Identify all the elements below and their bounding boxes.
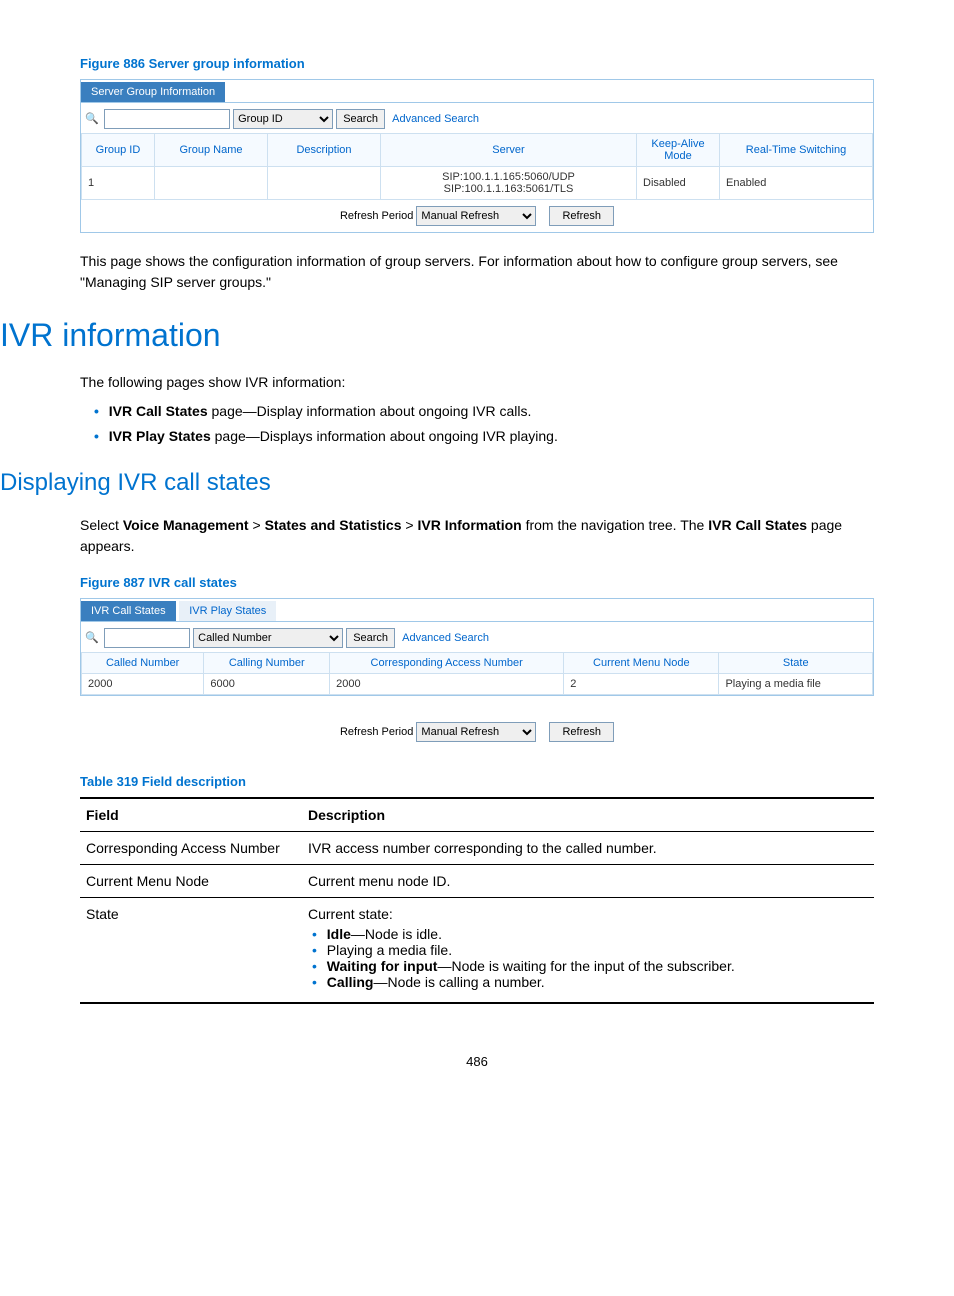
th-field: Field xyxy=(80,798,302,832)
search-input[interactable] xyxy=(104,109,230,129)
cell-state: Playing a media file xyxy=(719,674,873,695)
search-icon: 🔍 xyxy=(85,631,99,645)
state-rest: —Node is idle. xyxy=(351,926,442,942)
server-group-table: Group ID Group Name Description Server K… xyxy=(81,133,873,200)
field-description-table: Field Description Corresponding Access N… xyxy=(80,797,874,1004)
refresh-period-label: Refresh Period xyxy=(340,210,413,222)
list-item: Playing a media file. xyxy=(326,942,868,958)
nav-sep: > xyxy=(249,517,265,533)
advanced-search-link[interactable]: Advanced Search xyxy=(392,113,479,125)
cell-group-id: 1 xyxy=(82,167,155,200)
table-319-caption: Table 319 Field description xyxy=(80,774,874,789)
nav-text: from the navigation tree. The xyxy=(522,517,709,533)
cell-desc: IVR access number corresponding to the c… xyxy=(302,832,874,865)
cell-access: 2000 xyxy=(330,674,564,695)
state-intro: Current state: xyxy=(308,906,868,922)
list-item: Waiting for input—Node is waiting for th… xyxy=(326,958,868,974)
search-field-select[interactable]: Called Number xyxy=(193,628,343,648)
cell-field: State xyxy=(80,898,302,1004)
col-called: Called Number xyxy=(82,653,204,674)
figure-886-caption: Figure 886 Server group information xyxy=(80,56,874,71)
figure-887-screenshot: IVR Call States IVR Play States 🔍 Called… xyxy=(80,598,874,696)
table-row: 1 SIP:100.1.1.165:5060/UDP SIP:100.1.1.1… xyxy=(82,167,873,200)
search-field-select[interactable]: Group ID xyxy=(233,109,333,129)
nav-text: Select xyxy=(80,517,123,533)
advanced-search-link[interactable]: Advanced Search xyxy=(402,632,489,644)
col-description: Description xyxy=(268,134,381,167)
nav-bold: IVR Information xyxy=(417,517,521,533)
cell-desc: Current menu node ID. xyxy=(302,865,874,898)
state-bold: Idle xyxy=(327,926,351,942)
col-node: Current Menu Node xyxy=(564,653,719,674)
cell-group-name xyxy=(155,167,268,200)
table-row: Corresponding Access Number IVR access n… xyxy=(80,832,874,865)
nav-bold: Voice Management xyxy=(123,517,249,533)
ivr-bullet-list: IVR Call States page—Display information… xyxy=(80,399,874,449)
figure-887-caption: Figure 887 IVR call states xyxy=(80,575,874,590)
paragraph-following-pages: The following pages show IVR information… xyxy=(80,372,874,393)
th-description: Description xyxy=(302,798,874,832)
col-access: Corresponding Access Number xyxy=(330,653,564,674)
table-row: Current Menu Node Current menu node ID. xyxy=(80,865,874,898)
col-server: Server xyxy=(381,134,637,167)
cell-node: 2 xyxy=(564,674,719,695)
bullet-rest: page—Displays information about ongoing … xyxy=(211,428,558,444)
ivr-call-states-table: Called Number Calling Number Correspondi… xyxy=(81,652,873,695)
cell-called: 2000 xyxy=(82,674,204,695)
cell-calling: 6000 xyxy=(204,674,330,695)
bullet-rest: page—Display information about ongoing I… xyxy=(208,403,532,419)
state-rest: —Node is waiting for the input of the su… xyxy=(437,958,734,974)
cell-server: SIP:100.1.1.165:5060/UDP SIP:100.1.1.163… xyxy=(381,167,637,200)
cell-field: Current Menu Node xyxy=(80,865,302,898)
table-row: 2000 6000 2000 2 Playing a media file xyxy=(82,674,873,695)
paragraph-config-info: This page shows the configuration inform… xyxy=(80,251,874,293)
tab-ivr-play-states[interactable]: IVR Play States xyxy=(179,601,276,621)
cell-switching: Enabled xyxy=(720,167,873,200)
tab-ivr-call-states[interactable]: IVR Call States xyxy=(81,601,176,621)
search-button[interactable]: Search xyxy=(346,628,395,648)
nav-sep: > xyxy=(402,517,418,533)
col-state: State xyxy=(719,653,873,674)
cell-field: Corresponding Access Number xyxy=(80,832,302,865)
cell-keepalive: Disabled xyxy=(637,167,720,200)
page-number: 486 xyxy=(80,1054,874,1069)
nav-bold: States and Statistics xyxy=(265,517,402,533)
col-keepalive: Keep-Alive Mode xyxy=(637,134,720,167)
cell-desc: Current state: Idle—Node is idle. Playin… xyxy=(302,898,874,1004)
state-plain: Playing a media file. xyxy=(327,942,452,958)
table-row: State Current state: Idle—Node is idle. … xyxy=(80,898,874,1004)
state-bold: Waiting for input xyxy=(327,958,438,974)
figure-886-screenshot: Server Group Information 🔍 Group ID Sear… xyxy=(80,79,874,233)
search-input[interactable] xyxy=(104,628,190,648)
refresh-period-select[interactable]: Manual Refresh xyxy=(416,722,536,742)
nav-instruction: Select Voice Management > States and Sta… xyxy=(80,515,874,557)
list-item: Idle—Node is idle. xyxy=(326,926,868,942)
state-rest: —Node is calling a number. xyxy=(373,974,544,990)
col-group-name: Group Name xyxy=(155,134,268,167)
search-button[interactable]: Search xyxy=(336,109,385,129)
refresh-period-select[interactable]: Manual Refresh xyxy=(416,206,536,226)
list-item: IVR Play States page—Displays informatio… xyxy=(108,424,874,449)
bullet-bold: IVR Call States xyxy=(109,403,208,419)
refresh-period-label: Refresh Period xyxy=(340,726,413,738)
list-item: IVR Call States page—Display information… xyxy=(108,399,874,424)
col-group-id: Group ID xyxy=(82,134,155,167)
heading-displaying-ivr-call-states: Displaying IVR call states xyxy=(0,469,874,497)
col-calling: Calling Number xyxy=(204,653,330,674)
bullet-bold: IVR Play States xyxy=(109,428,211,444)
search-icon: 🔍 xyxy=(85,112,99,126)
nav-bold: IVR Call States xyxy=(708,517,807,533)
refresh-button[interactable]: Refresh xyxy=(549,722,614,742)
state-bold: Calling xyxy=(327,974,374,990)
heading-ivr-information: IVR information xyxy=(0,317,874,354)
tab-server-group-info[interactable]: Server Group Information xyxy=(81,82,225,102)
col-switching: Real-Time Switching xyxy=(720,134,873,167)
refresh-button[interactable]: Refresh xyxy=(549,206,614,226)
cell-description xyxy=(268,167,381,200)
list-item: Calling—Node is calling a number. xyxy=(326,974,868,990)
